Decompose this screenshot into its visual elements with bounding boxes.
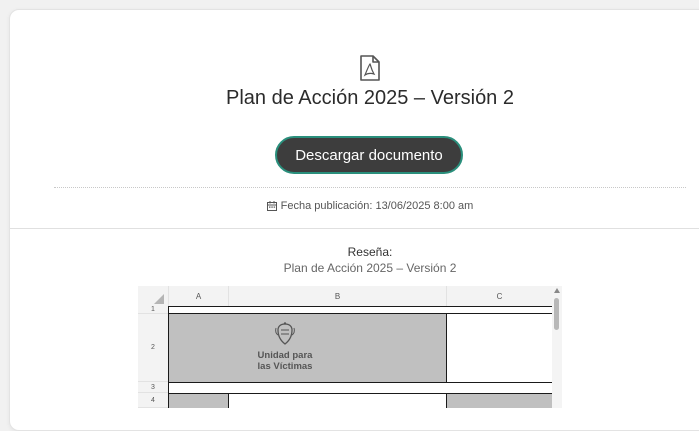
grid-line [446, 314, 447, 382]
coat-of-arms-icon [275, 322, 295, 345]
section-divider [10, 228, 699, 229]
column-header-a[interactable]: A [168, 286, 228, 306]
resena-text: Plan de Acción 2025 – Versión 2 [283, 261, 457, 275]
calendar-icon [266, 201, 277, 211]
row-header-1[interactable]: 1 [138, 306, 168, 314]
document-title: Plan de Acción 2025 – Versión 2 [226, 87, 514, 109]
column-header-c[interactable]: C [446, 286, 552, 306]
grid-line [168, 306, 169, 408]
dotted-divider [54, 187, 686, 188]
pdf-file-icon [360, 55, 380, 81]
cell-a4[interactable] [168, 393, 228, 408]
column-header-b[interactable]: B [228, 286, 446, 306]
cell-c4[interactable] [446, 393, 552, 408]
grid-line [168, 382, 552, 383]
grid-line [168, 313, 552, 314]
download-document-button[interactable]: Descargar documento [275, 136, 463, 174]
grid-line [228, 393, 229, 408]
unidad-victimas-logo: Unidad para las Víctimas [255, 322, 315, 378]
row-header-2[interactable]: 2 [138, 314, 168, 382]
scrollbar-thumb[interactable] [554, 298, 559, 330]
row-header-4[interactable]: 4 [138, 393, 168, 408]
spreadsheet-preview[interactable]: A B C 1 2 3 4 Unidad para las Víctimas [138, 286, 562, 408]
logo-line-1: Unidad para [257, 350, 313, 361]
publication-date: Fecha publicación: 13/06/2025 8:00 am [10, 200, 699, 212]
select-all-corner[interactable] [138, 286, 168, 306]
grid-line [168, 393, 552, 394]
logo-line-2: las Víctimas [257, 361, 313, 372]
resena-label: Reseña: [347, 245, 393, 259]
grid-line [446, 393, 447, 408]
scroll-up-arrow-icon[interactable] [554, 288, 560, 293]
row-header-3[interactable]: 3 [138, 382, 168, 393]
publication-date-text: Fecha publicación: 13/06/2025 8:00 am [280, 200, 474, 212]
grid-line [168, 306, 552, 307]
vertical-scrollbar[interactable] [552, 286, 562, 408]
corner-triangle-icon [154, 294, 164, 304]
